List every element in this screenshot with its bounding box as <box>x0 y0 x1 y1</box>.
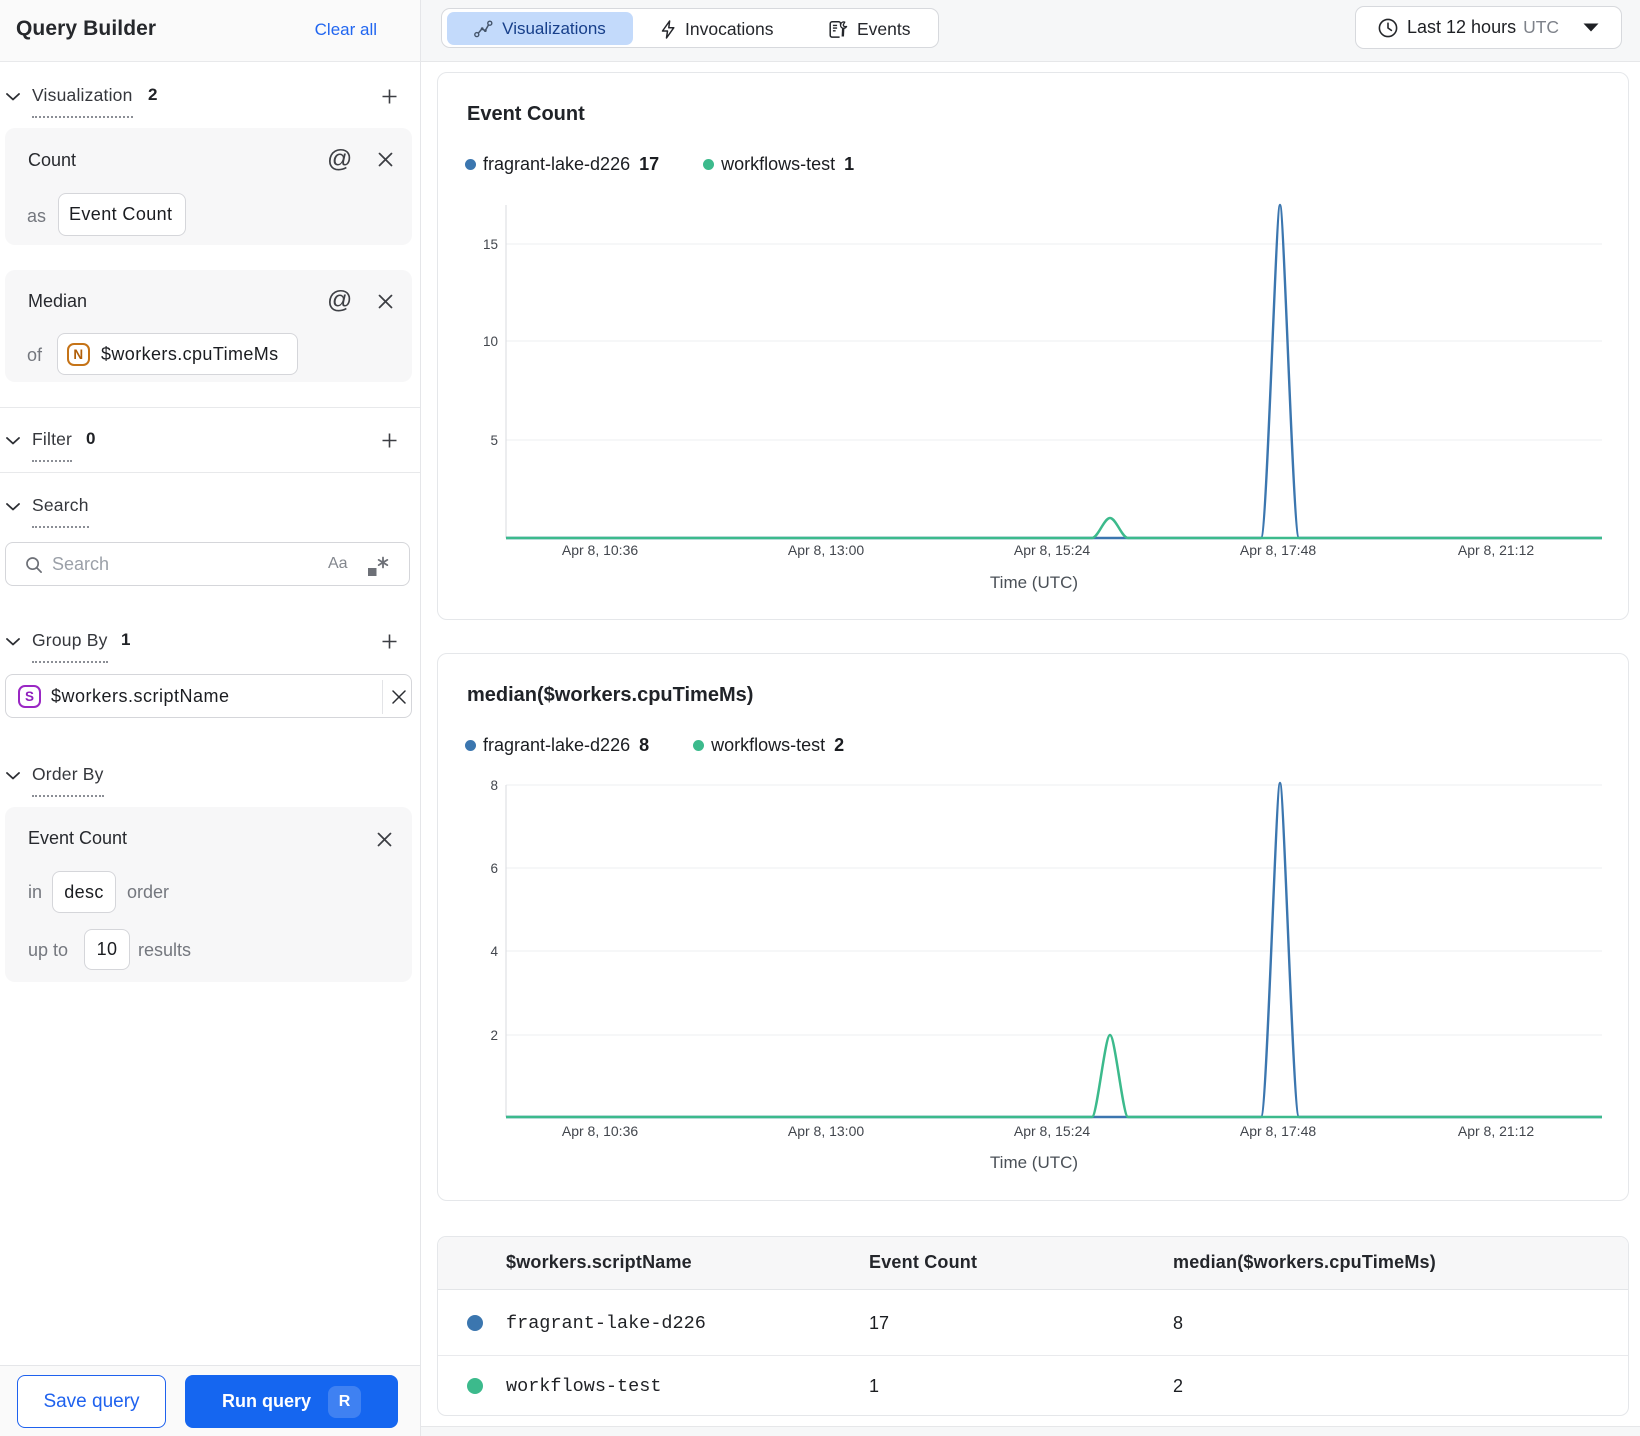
svg-text:Time (UTC): Time (UTC) <box>990 573 1078 592</box>
svg-text:Time (UTC): Time (UTC) <box>990 1153 1078 1172</box>
svg-text:15: 15 <box>483 237 498 252</box>
svg-text:Apr 8, 21:12: Apr 8, 21:12 <box>1458 542 1534 558</box>
svg-text:Apr 8, 10:36: Apr 8, 10:36 <box>562 542 638 558</box>
svg-text:Apr 8, 17:48: Apr 8, 17:48 <box>1240 542 1316 558</box>
svg-text:2: 2 <box>490 1028 498 1043</box>
svg-text:Apr 8, 13:00: Apr 8, 13:00 <box>788 1123 864 1139</box>
svg-text:8: 8 <box>490 778 498 793</box>
svg-text:10: 10 <box>483 334 498 349</box>
svg-text:Apr 8, 21:12: Apr 8, 21:12 <box>1458 1123 1534 1139</box>
svg-text:Apr 8, 13:00: Apr 8, 13:00 <box>788 542 864 558</box>
svg-text:6: 6 <box>490 861 498 876</box>
svg-text:5: 5 <box>490 433 498 448</box>
svg-text:Apr 8, 15:24: Apr 8, 15:24 <box>1014 1123 1090 1139</box>
svg-text:4: 4 <box>490 944 498 959</box>
svg-text:Apr 8, 15:24: Apr 8, 15:24 <box>1014 542 1090 558</box>
svg-text:Apr 8, 10:36: Apr 8, 10:36 <box>562 1123 638 1139</box>
svg-text:Apr 8, 17:48: Apr 8, 17:48 <box>1240 1123 1316 1139</box>
